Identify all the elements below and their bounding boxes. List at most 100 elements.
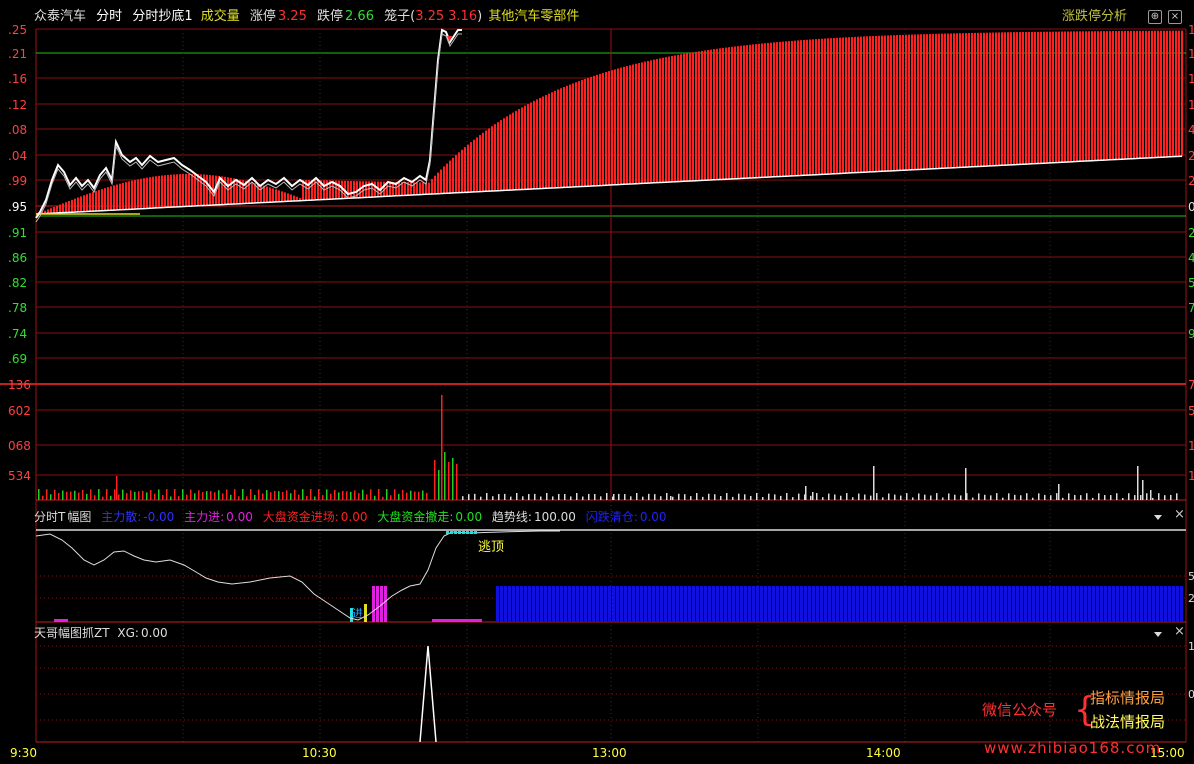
price-fill-bar	[113, 185, 115, 211]
panel1-blue-bar	[1108, 586, 1111, 622]
price-fill-bar	[959, 33, 961, 168]
volume-bar	[118, 494, 120, 500]
panel1-blue-bar	[960, 586, 963, 622]
panel1-close-icon[interactable]: ×	[1174, 507, 1185, 522]
panel1-blue-bar	[888, 586, 891, 622]
price-fill-bar	[1148, 30, 1150, 158]
price-fill-bar	[746, 45, 748, 179]
panel1-blue-bar	[944, 586, 947, 622]
price-fill-bar	[962, 33, 964, 168]
volume-bar	[98, 489, 100, 500]
price-fill-bar	[143, 178, 145, 209]
panel1-blue-bar	[904, 586, 907, 622]
panel1-blue-bar	[1048, 586, 1051, 622]
price-fill-bar	[584, 78, 586, 187]
volume-bar	[552, 496, 554, 500]
price-fill-bar	[227, 177, 229, 205]
panel1-blue-bar	[700, 586, 703, 622]
price-fill-bar	[629, 65, 631, 185]
panel1-blue-bar	[632, 586, 635, 622]
stock-name[interactable]: 众泰汽车	[34, 9, 86, 24]
cage-close: )	[477, 9, 483, 24]
volume-bar	[102, 496, 104, 500]
volume-bar	[714, 494, 716, 500]
indicator-name[interactable]: 分时抄底1	[132, 9, 192, 24]
volume-bar	[1008, 493, 1010, 500]
panel2-header: 天哥幅图抓ZT XG: 0.00	[34, 625, 174, 641]
panel1-f3-value: 0.00	[340, 510, 368, 524]
volume-bar	[410, 490, 412, 500]
volume-bar	[318, 489, 320, 500]
panel2-close-icon[interactable]: ×	[1174, 624, 1185, 639]
panel1-blue-bar	[972, 586, 975, 622]
volume-bar	[238, 496, 240, 500]
pct-axis-label: 1	[1188, 23, 1194, 37]
volume-bar	[50, 494, 52, 500]
volume-bar	[448, 462, 450, 500]
price-fill-bar	[1058, 31, 1060, 163]
panel1-blue-bar	[552, 586, 555, 622]
price-fill-bar	[593, 75, 595, 186]
price-fill-bar	[1028, 31, 1030, 164]
price-fill-bar	[1091, 31, 1093, 161]
price-fill-bar	[455, 155, 457, 193]
price-fill-bar	[974, 32, 976, 167]
panel1-menu-icon[interactable]	[1154, 515, 1162, 520]
volume-bar	[282, 492, 284, 500]
volume-bar	[434, 460, 436, 500]
volume-bar	[780, 495, 782, 500]
entry-annotation: 进	[352, 607, 363, 620]
volume-bar	[298, 494, 300, 500]
volume-bar	[870, 495, 872, 500]
panel2-title[interactable]: 天哥幅图抓ZT	[34, 626, 110, 640]
limit-down-value: 2.66	[345, 9, 374, 24]
volume-bar	[684, 494, 686, 500]
panel1-blue-bar	[1004, 586, 1007, 622]
price-fill-bar	[566, 85, 568, 188]
panel1-title2[interactable]: 幅图	[67, 510, 91, 524]
price-fill-bar	[1064, 31, 1066, 163]
time-axis-label: 10:30	[302, 746, 337, 760]
volume-bar	[142, 490, 144, 500]
volume-bar	[66, 491, 68, 500]
panel1-blue-bar	[892, 586, 895, 622]
price-fill-bar	[473, 139, 475, 192]
panel2-menu-icon[interactable]	[1154, 632, 1162, 637]
expand-icon[interactable]: ⊕	[1148, 10, 1162, 24]
volume-bar	[1086, 493, 1088, 500]
price-fill-bar	[989, 32, 991, 166]
mode-label[interactable]: 分时	[96, 9, 122, 24]
price-fill-bar	[980, 32, 982, 167]
volume-bar	[822, 497, 824, 500]
volume-bar	[888, 493, 890, 500]
panel1-blue-bar	[496, 586, 499, 622]
sector-name[interactable]: 其他汽车零部件	[488, 9, 579, 24]
price-fill-bar	[965, 33, 967, 168]
volume-bar	[58, 492, 60, 500]
price-fill-bar	[236, 178, 238, 204]
price-fill-bar	[893, 35, 895, 171]
volume-bar	[528, 494, 530, 500]
volume-bar	[262, 493, 264, 500]
panel1-blue-bar	[984, 586, 987, 622]
price-fill-bar	[581, 80, 583, 187]
panel1-title[interactable]: 分时T	[34, 510, 65, 524]
price-fill-bar	[98, 190, 100, 211]
price-fill-bar	[89, 193, 91, 212]
price-axis-label: .82	[8, 276, 27, 290]
panel1-blue-bar	[1044, 586, 1047, 622]
panel1-blue-bar	[772, 586, 775, 622]
price-fill-bar	[398, 181, 400, 196]
price-fill-bar	[716, 48, 718, 180]
price-fill-bar	[428, 182, 430, 195]
price-fill-bar	[1085, 31, 1087, 162]
price-fill-bar	[530, 102, 532, 190]
panel1-f5-label: 趋势线:	[491, 510, 532, 524]
close-icon[interactable]: ×	[1168, 10, 1182, 24]
price-fill-bar	[929, 33, 931, 169]
volume-bar	[1170, 494, 1172, 500]
price-fill-bar	[152, 176, 154, 209]
panel1-blue-bar	[620, 586, 623, 622]
panel1-blue-bar	[732, 586, 735, 622]
limit-analysis-button[interactable]: 涨跌停分析	[1062, 9, 1127, 25]
